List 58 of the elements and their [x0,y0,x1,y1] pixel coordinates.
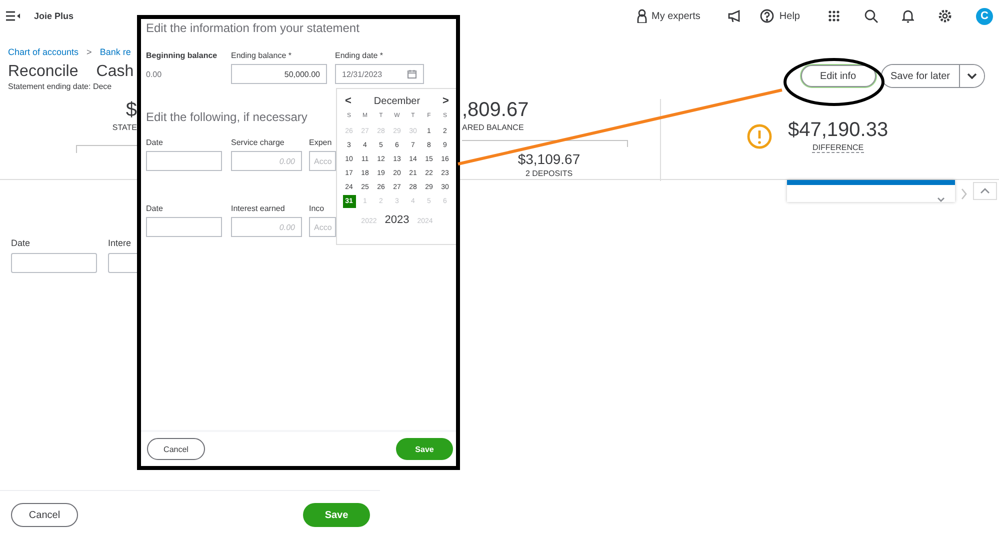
person-icon [636,9,647,23]
deposits-amount: $3,109.67 [518,151,580,167]
previous-month-button[interactable]: < [345,95,352,107]
cancel-button[interactable]: Cancel [11,503,78,527]
megaphone-icon[interactable] [728,10,742,22]
year-option[interactable]: 2023 [384,214,410,226]
section-heading: Edit the following, if necessary [146,110,308,124]
deposits-label: 2 DEPOSITS [525,169,573,178]
statement-balance-label: STATE [112,123,137,132]
breadcrumb-link[interactable]: Chart of accounts [8,47,79,57]
bell-icon[interactable] [902,9,914,23]
field-label: Ending balance * [231,51,292,60]
breadcrumb-link[interactable]: Bank re [100,47,131,57]
chevron-down-icon [967,73,977,79]
date-field[interactable]: 12/31/2023 [335,64,424,84]
collapse-button[interactable] [973,182,997,200]
calendar-icon[interactable] [407,69,417,79]
chevron-down-icon[interactable] [937,197,945,202]
help-icon [760,9,774,23]
save-for-later-button[interactable]: Save for later [882,65,960,87]
input-field[interactable] [11,253,97,273]
field-label: Inco [309,204,326,213]
breadcrumb-separator: > [86,47,92,57]
search-icon[interactable] [864,9,878,23]
field-label: Date [146,204,164,213]
field-label: Service charge [231,138,286,147]
edit-info-button[interactable]: Edit info [800,65,876,87]
field-label: Intere [108,238,132,248]
chevron-up-icon [980,188,990,194]
field-label: Beginning balance [146,51,218,60]
field-label: Ending date * [335,51,384,60]
apps-grid-icon[interactable] [828,10,840,22]
cleared-balance-amount: ,809.67 [462,99,530,121]
field-label: Expen [309,138,333,147]
cleared-balance-label: ARED BALANCE [462,123,525,132]
difference-amount: $47,190.33 [788,119,888,141]
input-field[interactable] [146,151,222,171]
dialog-title: Edit the information from your statement [146,21,360,35]
input-field[interactable]: 50,000.00 [231,64,327,84]
field-label: Interest earned [231,204,286,213]
next-month-button[interactable]: > [442,95,449,107]
my-experts-button[interactable]: My experts [636,9,700,23]
field-label: Date [146,138,164,147]
beginning-balance-value: 0.00 [146,70,163,79]
menu-icon[interactable] [6,11,20,21]
statement-date: Statement ending date: Dece [8,82,113,91]
difference-label: DIFFERENCE [812,143,864,153]
help-button[interactable]: Help [760,9,800,23]
account-name: Cash [96,63,134,81]
month-label: December [374,96,420,106]
page-title: Reconcile [8,63,78,81]
settings-icon[interactable] [938,9,952,23]
cancel-button[interactable]: Cancel [147,438,205,460]
field-label: Date [11,238,32,248]
statement-balance-amount: $ [126,99,137,121]
input-field[interactable] [146,217,222,237]
company-name: Joie Plus [34,11,74,21]
warning-icon [747,124,772,148]
